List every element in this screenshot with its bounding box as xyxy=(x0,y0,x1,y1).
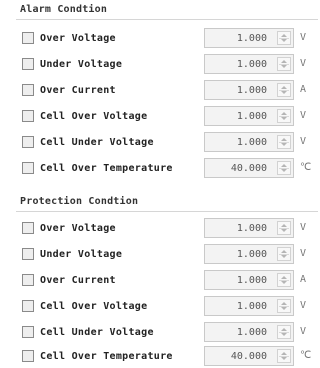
spinner-icon[interactable] xyxy=(277,161,291,175)
alarm-over-voltage-value: 1.000 xyxy=(236,33,267,44)
alarm-cell-over-temperature-checkbox[interactable] xyxy=(22,162,34,174)
protection-over-voltage-input[interactable]: 1.000 xyxy=(204,218,294,238)
alarm-group-title: Alarm Condtion xyxy=(18,4,110,16)
alarm-condition-group: Alarm Condtion Over Voltage 1.000 V Unde… xyxy=(6,4,318,182)
protection-cell-under-voltage-value: 1.000 xyxy=(236,327,267,338)
alarm-row-under-voltage: Under Voltage 1.000 V xyxy=(6,54,318,76)
protection-under-voltage-value: 1.000 xyxy=(236,249,267,260)
protection-row-cell-over-voltage: Cell Over Voltage 1.000 V xyxy=(6,296,318,318)
alarm-over-current-checkbox[interactable] xyxy=(22,84,34,96)
alarm-cell-over-temperature-input[interactable]: 40.000 xyxy=(204,158,294,178)
protection-over-voltage-value: 1.000 xyxy=(236,223,267,234)
protection-cell-over-temperature-value: 40.000 xyxy=(230,351,267,362)
protection-cell-over-temperature-checkbox[interactable] xyxy=(22,350,34,362)
spinner-icon[interactable] xyxy=(277,109,291,123)
alarm-cell-over-voltage-checkbox[interactable] xyxy=(22,110,34,122)
alarm-row-cell-over-voltage: Cell Over Voltage 1.000 V xyxy=(6,106,318,128)
alarm-cell-over-temperature-unit: ℃ xyxy=(300,162,312,173)
protection-row-under-voltage: Under Voltage 1.000 V xyxy=(6,244,318,266)
protection-over-voltage-label: Over Voltage xyxy=(40,223,116,234)
protection-over-current-label: Over Current xyxy=(40,275,116,286)
spinner-icon[interactable] xyxy=(277,349,291,363)
spinner-icon[interactable] xyxy=(277,325,291,339)
alarm-over-voltage-input[interactable]: 1.000 xyxy=(204,28,294,48)
alarm-cell-over-voltage-label: Cell Over Voltage xyxy=(40,111,148,122)
protection-under-voltage-checkbox[interactable] xyxy=(22,248,34,260)
protection-cell-under-voltage-checkbox[interactable] xyxy=(22,326,34,338)
alarm-cell-under-voltage-checkbox[interactable] xyxy=(22,136,34,148)
spinner-icon[interactable] xyxy=(277,299,291,313)
alarm-cell-over-voltage-value: 1.000 xyxy=(236,111,267,122)
protection-over-current-checkbox[interactable] xyxy=(22,274,34,286)
alarm-under-voltage-checkbox[interactable] xyxy=(22,58,34,70)
spinner-icon[interactable] xyxy=(277,57,291,71)
protection-cell-under-voltage-label: Cell Under Voltage xyxy=(40,327,154,338)
spinner-icon[interactable] xyxy=(277,247,291,261)
protection-cell-over-voltage-unit: V xyxy=(300,300,307,311)
protection-over-current-unit: A xyxy=(300,274,307,285)
protection-over-voltage-checkbox[interactable] xyxy=(22,222,34,234)
alarm-row-cell-under-voltage: Cell Under Voltage 1.000 V xyxy=(6,132,318,154)
spinner-icon[interactable] xyxy=(277,83,291,97)
protection-group-title: Protection Condtion xyxy=(18,196,141,208)
protection-cell-over-voltage-checkbox[interactable] xyxy=(22,300,34,312)
alarm-cell-over-temperature-value: 40.000 xyxy=(230,163,267,174)
protection-group-divider xyxy=(16,211,318,212)
alarm-over-current-value: 1.000 xyxy=(236,85,267,96)
alarm-row-over-current: Over Current 1.000 A xyxy=(6,80,318,102)
alarm-cell-under-voltage-input[interactable]: 1.000 xyxy=(204,132,294,152)
protection-condition-group: Protection Condtion Over Voltage 1.000 V… xyxy=(6,196,318,366)
protection-over-voltage-unit: V xyxy=(300,222,307,233)
alarm-over-current-input[interactable]: 1.000 xyxy=(204,80,294,100)
spinner-icon[interactable] xyxy=(277,31,291,45)
spinner-icon[interactable] xyxy=(277,135,291,149)
alarm-cell-over-voltage-unit: V xyxy=(300,110,307,121)
alarm-row-cell-over-temperature: Cell Over Temperature 40.000 ℃ xyxy=(6,158,318,180)
protection-cell-over-voltage-input[interactable]: 1.000 xyxy=(204,296,294,316)
protection-row-over-current: Over Current 1.000 A xyxy=(6,270,318,292)
protection-cell-over-temperature-unit: ℃ xyxy=(300,350,312,361)
protection-row-over-voltage: Over Voltage 1.000 V xyxy=(6,218,318,240)
spinner-icon[interactable] xyxy=(277,221,291,235)
alarm-cell-under-voltage-value: 1.000 xyxy=(236,137,267,148)
alarm-group-divider xyxy=(16,19,318,20)
alarm-row-over-voltage: Over Voltage 1.000 V xyxy=(6,28,318,50)
protection-under-voltage-label: Under Voltage xyxy=(40,249,123,260)
protection-cell-over-voltage-label: Cell Over Voltage xyxy=(40,301,148,312)
alarm-under-voltage-input[interactable]: 1.000 xyxy=(204,54,294,74)
protection-cell-over-temperature-label: Cell Over Temperature xyxy=(40,351,173,362)
alarm-over-voltage-checkbox[interactable] xyxy=(22,32,34,44)
alarm-over-voltage-label: Over Voltage xyxy=(40,33,116,44)
protection-cell-under-voltage-unit: V xyxy=(300,326,307,337)
alarm-over-voltage-unit: V xyxy=(300,32,307,43)
protection-cell-under-voltage-input[interactable]: 1.000 xyxy=(204,322,294,342)
alarm-cell-over-temperature-label: Cell Over Temperature xyxy=(40,163,173,174)
alarm-cell-under-voltage-unit: V xyxy=(300,136,307,147)
alarm-under-voltage-unit: V xyxy=(300,58,307,69)
protection-over-current-value: 1.000 xyxy=(236,275,267,286)
alarm-under-voltage-value: 1.000 xyxy=(236,59,267,70)
protection-cell-over-voltage-value: 1.000 xyxy=(236,301,267,312)
spinner-icon[interactable] xyxy=(277,273,291,287)
alarm-cell-under-voltage-label: Cell Under Voltage xyxy=(40,137,154,148)
alarm-over-current-label: Over Current xyxy=(40,85,116,96)
alarm-cell-over-voltage-input[interactable]: 1.000 xyxy=(204,106,294,126)
alarm-over-current-unit: A xyxy=(300,84,307,95)
protection-cell-over-temperature-input[interactable]: 40.000 xyxy=(204,346,294,366)
protection-row-cell-under-voltage: Cell Under Voltage 1.000 V xyxy=(6,322,318,344)
protection-under-voltage-unit: V xyxy=(300,248,307,259)
protection-row-cell-over-temperature: Cell Over Temperature 40.000 ℃ xyxy=(6,346,318,368)
alarm-under-voltage-label: Under Voltage xyxy=(40,59,123,70)
protection-over-current-input[interactable]: 1.000 xyxy=(204,270,294,290)
protection-under-voltage-input[interactable]: 1.000 xyxy=(204,244,294,264)
